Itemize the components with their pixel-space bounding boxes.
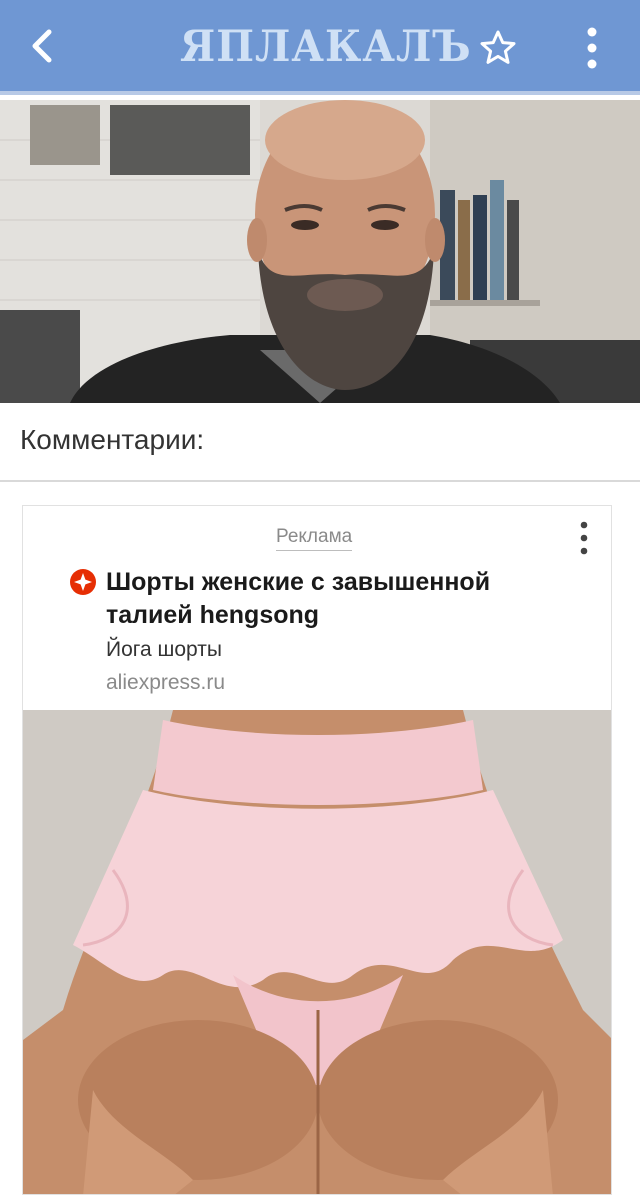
top-app-bar: ЯПЛАКАЛЪ [0, 0, 640, 95]
ad-product-image[interactable] [23, 710, 611, 1194]
ad-menu-button[interactable] [569, 518, 599, 558]
aliexpress-icon [70, 569, 96, 595]
ad-card[interactable]: Реклама Шорты женские с завышенной талие… [22, 505, 612, 1195]
ad-domain: aliexpress.ru [106, 671, 226, 694]
chevron-left-icon [32, 29, 52, 63]
section-divider [0, 480, 640, 482]
ad-subtitle: Йога шорты [106, 638, 222, 661]
more-vertical-icon [587, 27, 597, 69]
ad-label: Реклама [276, 526, 353, 551]
star-outline-icon [480, 30, 516, 64]
overflow-menu-button[interactable] [568, 24, 616, 72]
back-button[interactable] [18, 22, 66, 70]
comments-heading: Комментарии: [20, 424, 205, 455]
more-vertical-icon [580, 521, 588, 555]
site-logo[interactable]: ЯПЛАКАЛЪ [180, 20, 472, 74]
favorite-button[interactable] [474, 24, 522, 72]
ad-title-link[interactable]: Шорты женские с завышенной талией hengso… [106, 566, 566, 632]
post-image[interactable] [0, 100, 640, 403]
